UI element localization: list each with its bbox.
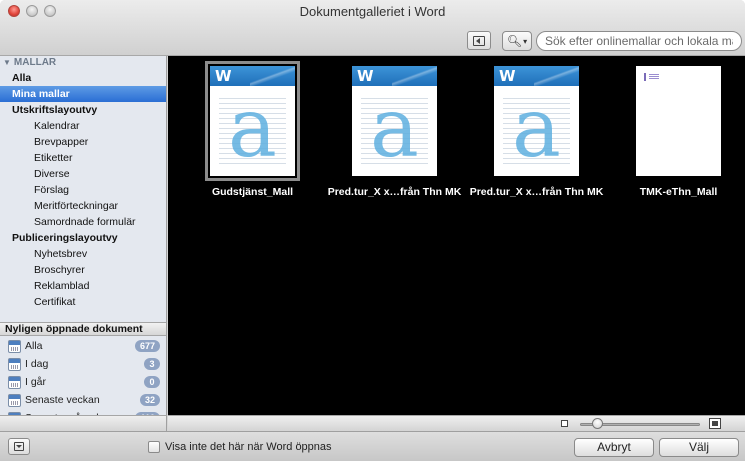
letter-a-graphic: a — [370, 81, 419, 176]
sidebar-item[interactable]: Broschyrer — [0, 262, 166, 278]
sidebar-item[interactable]: Diverse — [0, 166, 166, 182]
template-categories-list[interactable]: ▼ MALLAR Alla Mina mallar Utskriftslayoutvy… — [0, 56, 166, 322]
recent-item-label: I går — [25, 376, 47, 388]
wave-decoration — [250, 66, 295, 86]
count-badge: 3 — [144, 358, 160, 370]
word-logo-icon: W — [357, 67, 374, 85]
disclosure-icon — [14, 442, 24, 451]
sidebar-footer — [0, 415, 167, 431]
large-thumbnail-icon[interactable] — [709, 418, 721, 429]
sidebar-item[interactable]: Meritförteckningar — [0, 198, 166, 214]
sidebar-item[interactable]: Brevpapper — [0, 134, 166, 150]
wave-decoration — [392, 66, 437, 86]
calendar-icon — [8, 339, 21, 353]
recent-item[interactable]: I dag 3 — [0, 355, 166, 373]
word-header-bar: W — [210, 66, 295, 86]
recent-item[interactable]: I går 0 — [0, 373, 166, 391]
template-gallery: a W Gudstjänst_Mall a W Pred.tur_X x…från Thn… — [168, 56, 745, 415]
show-details-button[interactable] — [8, 438, 30, 455]
sidebar-item[interactable]: Mina mallar — [0, 86, 166, 102]
zoom-bar — [168, 415, 745, 431]
template-preview[interactable]: aW — [494, 66, 579, 176]
magnifier-icon: 🔍︎ — [506, 34, 523, 48]
sidebar-item[interactable]: Reklamblad — [0, 278, 166, 294]
templates-section-header[interactable]: ▼ MALLAR — [0, 56, 166, 70]
document-gallery-window: Dokumentgalleriet i Word 🔍︎ ▾ ▼MALLAR Al… — [0, 0, 745, 461]
choose-button[interactable]: Välj — [659, 438, 739, 457]
title-bar: Dokumentgalleriet i Word 🔍︎ ▾ — [0, 0, 745, 56]
wave-decoration — [534, 66, 579, 86]
sidebar-item[interactable]: Förslag — [0, 182, 166, 198]
word-logo-icon: W — [215, 67, 232, 85]
recent-item-label: Alla — [25, 340, 43, 352]
sidebar: ▼ MALLAR Alla Mina mallar Utskriftslayoutvy… — [0, 56, 167, 425]
search-area: 🔍︎ ▾ — [502, 31, 742, 51]
template-thumbnail[interactable]: TMK-eThn_Mall — [606, 66, 745, 198]
sidebar-item[interactable]: Samordnade formulär — [0, 214, 166, 230]
zoom-slider-knob[interactable] — [592, 418, 603, 429]
sidebar-item[interactable]: Nyhetsbrev — [0, 246, 166, 262]
count-badge: 677 — [134, 340, 160, 352]
recent-documents-header: Nyligen öppnade dokument — [0, 322, 166, 336]
calendar-icon — [8, 357, 21, 371]
search-scope-menu[interactable]: 🔍︎ ▾ — [502, 31, 532, 51]
calendar-icon — [8, 393, 21, 407]
search-input[interactable] — [536, 31, 742, 51]
sidebar-item[interactable]: Publiceringslayoutvy — [0, 230, 166, 246]
small-thumbnail-icon[interactable] — [561, 420, 568, 427]
dont-show-label[interactable]: Visa inte det här när Word öppnas — [165, 441, 332, 453]
template-preview[interactable]: aW — [205, 61, 300, 181]
cancel-button[interactable]: Avbryt — [574, 438, 654, 457]
letter-a-graphic: a — [228, 81, 277, 176]
section-title: MALLAR — [13, 57, 57, 68]
template-thumbnail[interactable]: a W Pred.tur_X x…från Thn MK — [322, 66, 467, 198]
dont-show-checkbox[interactable] — [148, 441, 160, 453]
template-name[interactable]: Pred.tur_X x…från Thn MK — [464, 186, 609, 198]
sidebar-item[interactable]: Alla — [0, 70, 166, 86]
window-title: Dokumentgalleriet i Word — [299, 4, 446, 19]
sidebar-toggle-icon — [473, 35, 485, 46]
template-name[interactable]: Gudstjänst_Mall — [180, 186, 325, 198]
recent-item-label: Senaste veckan — [25, 394, 100, 406]
recent-item[interactable]: Senaste veckan 32 — [0, 391, 166, 409]
sidebar-item[interactable]: Etiketter — [0, 150, 166, 166]
calendar-icon — [8, 375, 21, 389]
recent-item-label: I dag — [25, 358, 49, 370]
letterhead-logo-icon — [644, 73, 659, 81]
template-name[interactable]: Pred.tur_X x…från Thn MK — [322, 186, 467, 198]
word-header-bar: W — [494, 66, 579, 86]
letter-a-graphic: a — [512, 81, 561, 176]
count-badge: 0 — [144, 376, 160, 388]
sidebar-item[interactable]: Kalendrar — [0, 118, 166, 134]
sidebar-item[interactable]: Utskriftslayoutvy — [0, 102, 166, 118]
chevron-down-icon: ▾ — [523, 36, 528, 46]
bottom-bar: Visa inte det här när Word öppnas Avbryt… — [0, 431, 745, 461]
disclosure-triangle-icon[interactable]: ▼ — [3, 56, 11, 70]
template-thumbnail[interactable]: a W Pred.tur_X x…från Thn MK — [464, 66, 609, 198]
word-logo-icon: W — [499, 67, 516, 85]
template-thumbnail[interactable]: a W Gudstjänst_Mall — [180, 61, 325, 198]
template-name[interactable]: TMK-eThn_Mall — [606, 186, 745, 198]
template-preview[interactable]: aW — [352, 66, 437, 176]
recent-item[interactable]: Alla 677 — [0, 337, 166, 355]
template-preview[interactable] — [636, 66, 721, 176]
word-header-bar: W — [352, 66, 437, 86]
count-badge: 32 — [139, 394, 160, 406]
sidebar-item[interactable]: Certifikat — [0, 294, 166, 310]
toggle-sidebar-button[interactable] — [467, 31, 491, 50]
recent-documents-list: Alla 677 I dag 3 I går 0 Senaste veckan 32Senas… — [0, 337, 166, 427]
